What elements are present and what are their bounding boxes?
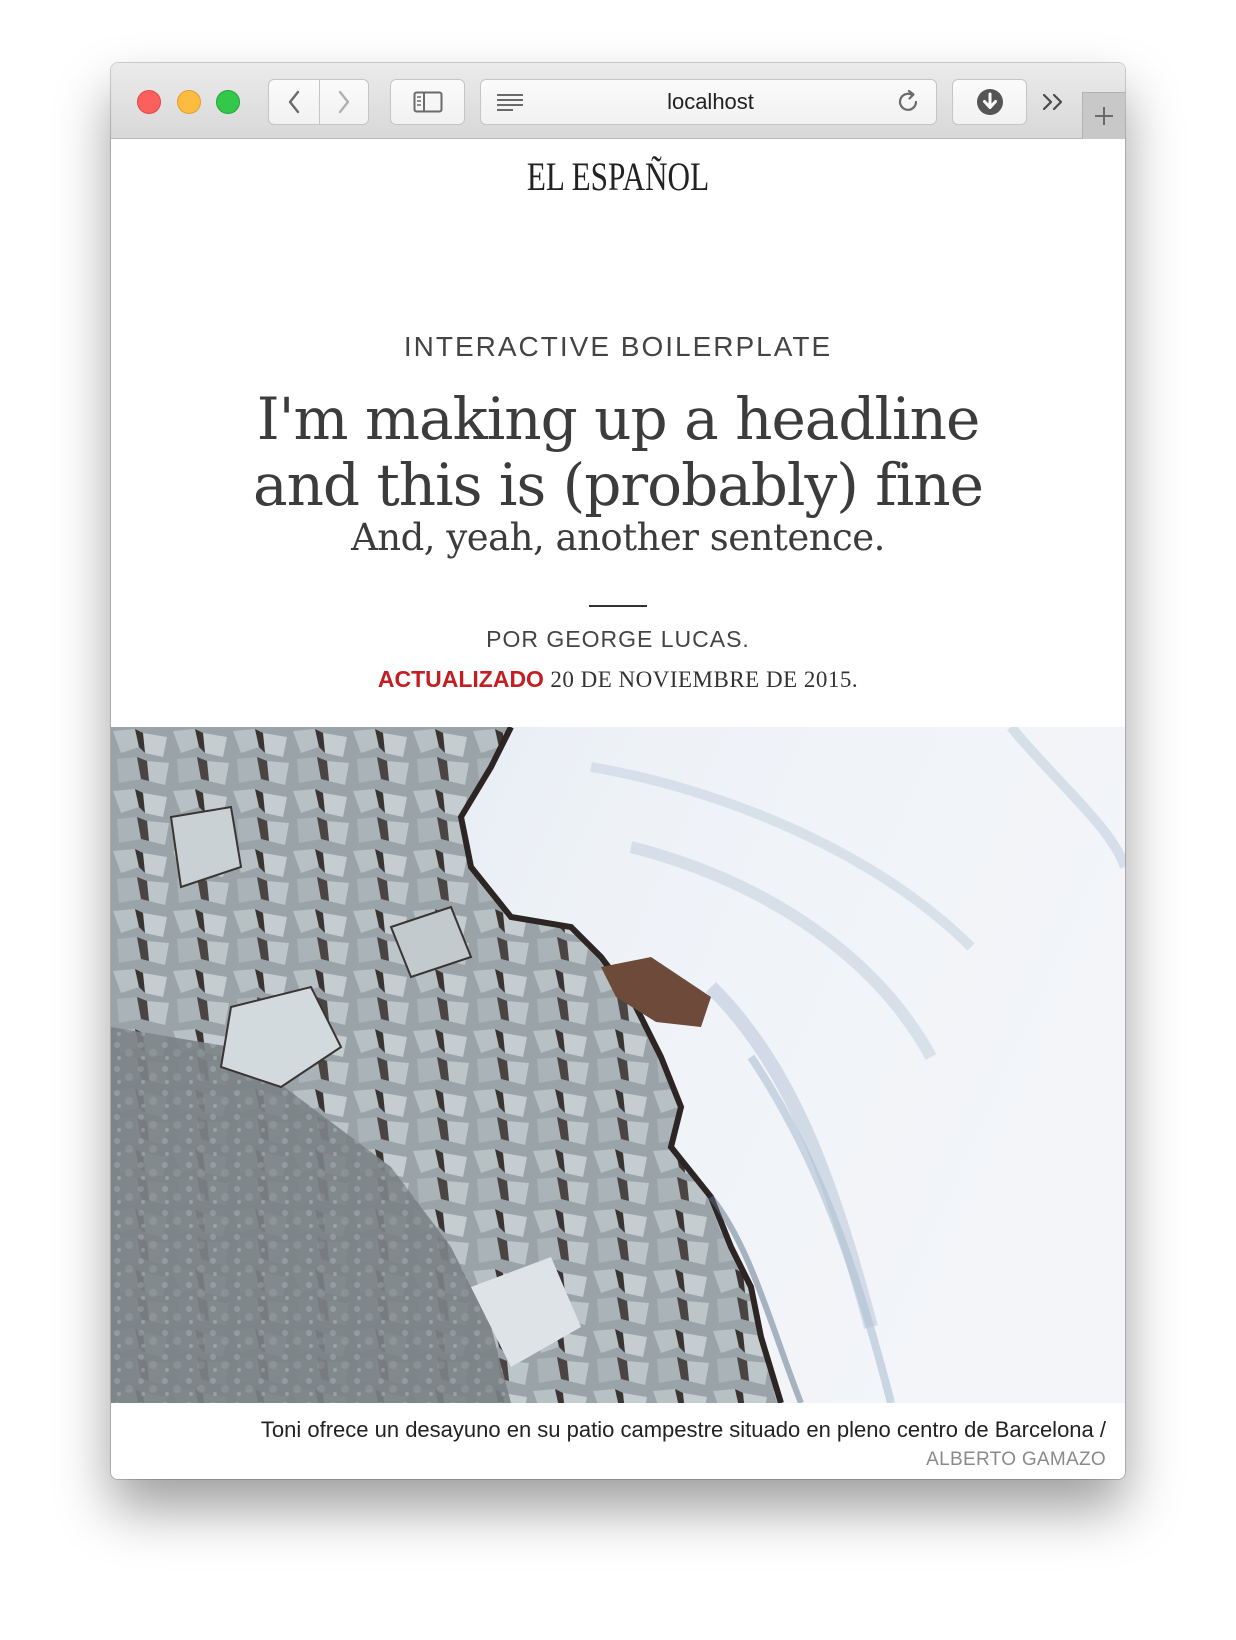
article-updated: ACTUALIZADO 20 DE NOVIEMBRE DE 2015.	[111, 666, 1125, 693]
close-window-button[interactable]	[137, 90, 161, 114]
site-logo[interactable]: EL ESPAÑOL	[223, 153, 1014, 200]
plus-icon	[1095, 107, 1113, 125]
browser-window: localhost EL ESPAÑOL INTERACTIVE BOILERP…	[111, 63, 1125, 1479]
page-content: EL ESPAÑOL INTERACTIVE BOILERPLATE I'm m…	[111, 139, 1125, 1479]
more-toolbar-items-button[interactable]	[1032, 79, 1076, 125]
url-text[interactable]: localhost	[525, 89, 896, 115]
downloads-button[interactable]	[952, 79, 1027, 125]
download-icon	[976, 89, 1003, 115]
maximize-window-button[interactable]	[216, 90, 240, 114]
article-headline: I'm making up a headline and this is (pr…	[111, 386, 1125, 518]
chevron-right-icon	[338, 90, 350, 114]
new-tab-button[interactable]	[1082, 92, 1125, 139]
headline-line-1: I'm making up a headline	[256, 385, 981, 453]
headline-line-2: and this is (probably) fine	[253, 451, 984, 519]
browser-toolbar: localhost	[111, 63, 1125, 139]
sidebar-icon	[413, 91, 442, 113]
article-byline: POR GEORGE LUCAS.	[486, 626, 750, 652]
reader-lines-icon[interactable]	[495, 92, 525, 112]
sidebar-toggle-button[interactable]	[390, 79, 465, 125]
back-button[interactable]	[268, 79, 320, 125]
image-credit: ALBERTO GAMAZO	[926, 1449, 1106, 1470]
updated-label: ACTUALIZADO	[377, 666, 544, 692]
address-bar[interactable]: localhost	[480, 79, 937, 125]
forward-button[interactable]	[319, 79, 369, 125]
image-caption: Toni ofrece un desayuno en su patio camp…	[260, 1417, 1106, 1442]
divider	[589, 605, 647, 607]
hero-image	[111, 727, 1125, 1403]
reload-icon[interactable]	[896, 89, 922, 115]
article-kicker: INTERACTIVE BOILERPLATE	[403, 331, 833, 362]
article-subhead: And, yeah, another sentence.	[351, 516, 885, 559]
updated-date: 20 DE NOVIEMBRE DE 2015.	[550, 667, 859, 692]
minimize-window-button[interactable]	[177, 90, 201, 114]
double-chevron-right-icon	[1042, 93, 1063, 111]
chevron-left-icon	[288, 90, 300, 114]
